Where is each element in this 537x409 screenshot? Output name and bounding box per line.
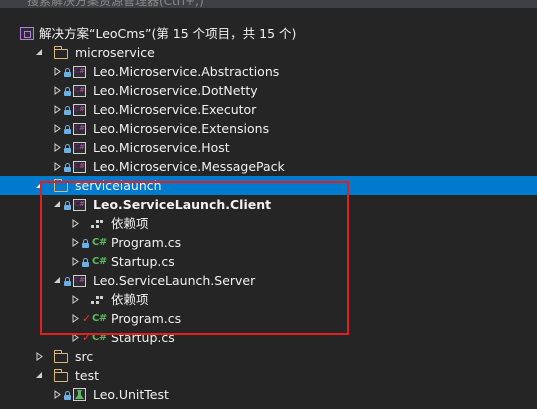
checkmark-icon: ✓: [82, 331, 92, 344]
tree-item-project-test[interactable]: Leo.UnitTest: [0, 385, 537, 404]
project-label: Leo.Microservice.MessagePack: [93, 159, 285, 174]
lock-icon: [64, 159, 72, 174]
test-project-icon: [73, 387, 86, 402]
lock-icon: [82, 254, 90, 269]
collapsed-arrow-icon[interactable]: [70, 237, 80, 247]
lock-icon: [64, 273, 72, 288]
tree-item-project-client[interactable]: C # Leo.ServiceLaunch.Client: [0, 195, 537, 214]
tree-item-project[interactable]: C # Leo.Microservice.Executor: [0, 100, 537, 119]
csharp-project-icon: C #: [73, 83, 86, 98]
csharp-project-icon: C #: [73, 197, 86, 212]
folder-open-icon: [53, 178, 68, 193]
dependencies-label: 依赖项: [111, 216, 149, 231]
dependencies-label: 依赖项: [111, 292, 149, 307]
tree-item-dependencies[interactable]: 依赖项: [0, 214, 537, 233]
tree-item-project[interactable]: C # Leo.Microservice.DotNetty: [0, 81, 537, 100]
collapsed-arrow-icon[interactable]: [52, 85, 62, 95]
collapsed-arrow-icon[interactable]: [70, 313, 80, 323]
csharp-project-icon: C #: [73, 102, 86, 117]
lock-icon: [82, 235, 90, 250]
project-label: Leo.Microservice.Host: [93, 140, 230, 155]
csharp-file-icon: C#: [92, 332, 107, 343]
lock-icon: [64, 83, 72, 98]
tree-item-folder-src[interactable]: src: [0, 347, 537, 366]
csharp-project-icon: C #: [73, 121, 86, 136]
solution-icon: [20, 26, 34, 41]
expanded-arrow-icon[interactable]: [34, 180, 44, 190]
solution-explorer-search[interactable]: 搜索解决方案资源管理器(Ctrl+;): [0, 0, 537, 8]
lock-icon: [64, 387, 72, 402]
tree-item-folder-test[interactable]: test: [0, 366, 537, 385]
project-label: Leo.UnitTest: [93, 387, 169, 402]
tree-item-project[interactable]: C # Leo.Microservice.Abstractions: [0, 62, 537, 81]
expanded-arrow-icon[interactable]: [52, 275, 62, 285]
file-label: Startup.cs: [111, 254, 175, 269]
collapsed-arrow-icon[interactable]: [52, 104, 62, 114]
folder-label: servicelaunch: [75, 178, 162, 193]
lock-icon: [64, 102, 72, 117]
csharp-file-icon: C#: [92, 237, 107, 248]
collapsed-arrow-icon[interactable]: [52, 66, 62, 76]
folder-icon: [53, 368, 68, 383]
tree-item-project-server[interactable]: C # Leo.ServiceLaunch.Server: [0, 271, 537, 290]
tree-item-dependencies[interactable]: 依赖项: [0, 290, 537, 309]
dependencies-icon: [91, 216, 104, 231]
project-label: Leo.Microservice.DotNetty: [93, 83, 258, 98]
collapsed-arrow-icon[interactable]: [70, 218, 80, 228]
collapsed-arrow-icon[interactable]: [70, 256, 80, 266]
csharp-project-icon: C #: [73, 273, 86, 288]
folder-icon: [53, 45, 68, 60]
folder-icon: [53, 349, 68, 364]
tree-item-project[interactable]: C # Leo.Microservice.Extensions: [0, 119, 537, 138]
collapsed-arrow-icon[interactable]: [52, 123, 62, 133]
expanded-arrow-icon[interactable]: [34, 370, 44, 380]
collapsed-arrow-icon[interactable]: [52, 389, 62, 399]
collapsed-arrow-icon[interactable]: [52, 142, 62, 152]
project-label: Leo.Microservice.Extensions: [93, 121, 270, 136]
search-placeholder: 搜索解决方案资源管理器(Ctrl+;): [27, 0, 204, 8]
folder-label: src: [75, 349, 94, 364]
csharp-project-icon: C #: [73, 140, 86, 155]
checkmark-icon: ✓: [82, 312, 92, 325]
lock-icon: [64, 140, 72, 155]
dependencies-icon: [91, 292, 104, 307]
collapsed-arrow-icon[interactable]: [34, 351, 44, 361]
lock-icon: [64, 197, 72, 212]
tree-item-file[interactable]: ✓ C# Startup.cs: [0, 328, 537, 347]
expanded-arrow-icon[interactable]: [34, 47, 44, 57]
lock-icon: [64, 64, 72, 79]
file-label: Program.cs: [111, 311, 182, 326]
tree-item-project[interactable]: C # Leo.Microservice.MessagePack: [0, 157, 537, 176]
tree-item-folder-servicelaunch[interactable]: servicelaunch: [0, 176, 537, 195]
tree-item-file[interactable]: C# Startup.cs: [0, 252, 537, 271]
project-label: Leo.Microservice.Executor: [93, 102, 257, 117]
csharp-project-icon: C #: [73, 64, 86, 79]
csharp-file-icon: C#: [92, 256, 107, 267]
tree-item-file[interactable]: ✓ C# Program.cs: [0, 309, 537, 328]
tree-item-project[interactable]: C # Leo.Microservice.Host: [0, 138, 537, 157]
project-label: Leo.ServiceLaunch.Client: [93, 197, 272, 212]
folder-label: test: [75, 368, 100, 383]
csharp-project-icon: C #: [73, 159, 86, 174]
collapsed-arrow-icon[interactable]: [70, 294, 80, 304]
file-label: Startup.cs: [111, 330, 175, 345]
project-label: Leo.Microservice.Abstractions: [93, 64, 280, 79]
tree-item-file[interactable]: C# Program.cs: [0, 233, 537, 252]
collapsed-arrow-icon[interactable]: [52, 161, 62, 171]
collapsed-arrow-icon[interactable]: [70, 332, 80, 342]
tree-item-folder-microservice[interactable]: microservice: [0, 43, 537, 62]
tree-item-solution[interactable]: 解决方案“LeoCms”(第 15 个项目，共 15 个): [0, 24, 537, 43]
folder-label: microservice: [75, 45, 155, 60]
solution-label: 解决方案“LeoCms”(第 15 个项目，共 15 个): [39, 26, 297, 41]
file-label: Program.cs: [111, 235, 182, 250]
csharp-file-icon: C#: [92, 313, 107, 324]
project-label: Leo.ServiceLaunch.Server: [93, 273, 256, 288]
lock-icon: [64, 121, 72, 136]
expanded-arrow-icon[interactable]: [52, 199, 62, 209]
